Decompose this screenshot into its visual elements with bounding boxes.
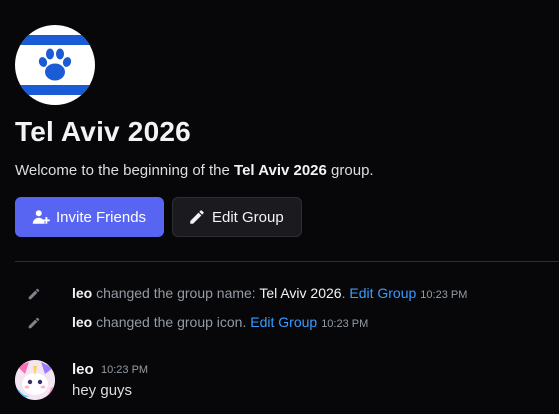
system-message-author[interactable]: leo — [72, 314, 92, 330]
system-message: leo changed the group name: Tel Aviv 202… — [0, 284, 559, 304]
welcome-suffix: group. — [326, 162, 374, 179]
group-dm-view: Tel Aviv 2026 Welcome to the beginning o… — [0, 0, 559, 414]
group-title: Tel Aviv 2026 — [15, 116, 191, 147]
divider — [15, 261, 559, 262]
invite-friends-label: Invite Friends — [56, 208, 147, 226]
pencil-icon — [188, 208, 206, 226]
pencil-icon — [27, 316, 41, 333]
message-text: hey guys — [72, 382, 133, 399]
welcome-text: Welcome to the beginning of the Tel Aviv… — [15, 162, 374, 179]
system-message-action: changed the group icon. — [92, 314, 251, 330]
invite-friends-button[interactable]: Invite Friends — [15, 197, 164, 237]
message-timestamp: 10:23 PM — [101, 364, 149, 376]
system-message-author[interactable]: leo — [72, 285, 92, 301]
message-author[interactable]: leo — [72, 361, 94, 378]
add-friend-icon — [32, 208, 50, 226]
edit-group-button[interactable]: Edit Group — [172, 197, 302, 237]
system-message-timestamp: 10:23 PM — [321, 318, 369, 330]
pencil-icon — [27, 287, 41, 304]
welcome-prefix: Welcome to the beginning of the — [15, 162, 235, 179]
system-message-action: changed the group name: — [92, 285, 260, 301]
avatar[interactable] — [15, 360, 55, 400]
group-icon[interactable] — [15, 25, 95, 105]
unicorn-avatar-icon — [15, 360, 55, 400]
system-message-timestamp: 10:23 PM — [420, 289, 468, 301]
system-message-detail: Tel Aviv 2026 — [259, 285, 342, 301]
welcome-group-name: Tel Aviv 2026 — [234, 162, 327, 179]
paw-icon — [38, 48, 72, 81]
edit-group-label: Edit Group — [212, 208, 284, 226]
edit-group-link[interactable]: Edit Group — [250, 314, 317, 330]
flag-stripe-top — [15, 35, 95, 45]
system-message-content: leo changed the group name: Tel Aviv 202… — [72, 285, 467, 301]
system-message-content: leo changed the group icon. Edit Group 10… — [72, 314, 368, 330]
edit-group-link[interactable]: Edit Group — [349, 285, 416, 301]
flag-stripe-bottom — [15, 85, 95, 95]
system-message: leo changed the group icon. Edit Group 10… — [0, 313, 559, 333]
